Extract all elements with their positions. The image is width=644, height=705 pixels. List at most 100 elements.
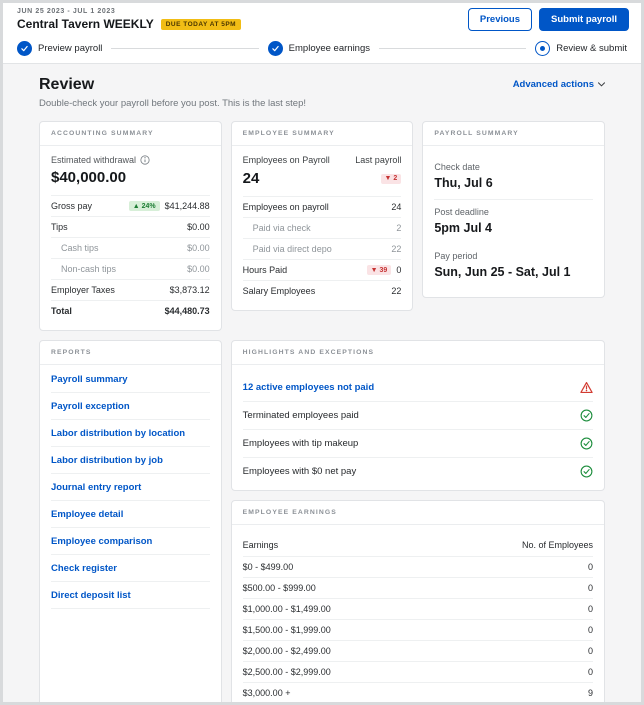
- due-badge: DUE TODAY AT 5PM: [160, 18, 242, 30]
- table-row-total: Total $44,480.73: [51, 300, 210, 321]
- card-header: Reports: [40, 341, 221, 365]
- employee-earnings-card: Employee earnings Earnings No. of Employ…: [230, 500, 605, 702]
- cards-grid: Accounting summary Estimated withdrawal …: [39, 121, 605, 702]
- card-header: Employee earnings: [231, 501, 604, 525]
- highlight-row-tip-makeup: Employees with tip makeup: [242, 430, 593, 458]
- earnings-row: $1,500.00 - $1,999.00 0: [242, 620, 593, 641]
- advanced-actions-menu[interactable]: Advanced actions: [513, 79, 605, 90]
- card-body: Employees on Payroll Last payroll 24 ▼ 2…: [232, 146, 413, 310]
- table-row: Hours Paid ▼ 39 0: [242, 259, 402, 280]
- highlight-row-active-not-paid[interactable]: 12 active employees not paid: [242, 374, 593, 402]
- check-circle-icon: [580, 437, 593, 450]
- step-label: Preview payroll: [38, 43, 103, 54]
- earnings-row: $2,500.00 - $2,999.00 0: [242, 662, 593, 683]
- card-body: Payroll summary Payroll exception Labor …: [40, 365, 221, 618]
- chevron-down-icon: [598, 82, 605, 87]
- check-circle-icon: [17, 41, 32, 56]
- earnings-row: $3,000.00 + 9: [242, 688, 593, 698]
- table-row: Tips $0.00: [51, 216, 210, 237]
- highlight-row-terminated-paid: Terminated employees paid: [242, 402, 593, 430]
- accounting-summary-card: Accounting summary Estimated withdrawal …: [39, 121, 222, 331]
- earnings-row: $500.00 - $999.00 0: [242, 578, 593, 599]
- earnings-row: $1,000.00 - $1,499.00 0: [242, 599, 593, 620]
- table-row: Employees on payroll 24: [242, 196, 402, 217]
- table-row: Non-cash tips $0.00: [51, 258, 210, 279]
- step-preview-payroll[interactable]: Preview payroll: [17, 41, 102, 56]
- info-icon[interactable]: [140, 155, 150, 165]
- card-header: Accounting summary: [40, 122, 221, 146]
- card-header: Highlights and exceptions: [231, 341, 604, 365]
- highlights-exceptions-card: Highlights and exceptions 12 active empl…: [230, 340, 605, 491]
- estimated-withdrawal-label: Estimated withdrawal: [51, 155, 210, 165]
- report-link-payroll-summary[interactable]: Payroll summary: [51, 366, 210, 393]
- earnings-row: $0 - $499.00 0: [242, 557, 593, 578]
- report-link-payroll-exception[interactable]: Payroll exception: [51, 393, 210, 420]
- report-link-check-register[interactable]: Check register: [51, 555, 210, 582]
- trend-down-badge: ▼ 2: [380, 173, 402, 184]
- right-column: Highlights and exceptions 12 active empl…: [230, 340, 605, 702]
- highlight-row-zero-net-pay: Employees with $0 net pay: [243, 458, 593, 481]
- report-link-labor-distribution-job[interactable]: Labor distribution by job: [51, 447, 210, 474]
- check-date-group: Check date Thu, Jul 6: [434, 155, 593, 200]
- content-area: Review Double-check your payroll before …: [3, 64, 641, 702]
- section-subtitle: Double-check your payroll before you pos…: [39, 98, 307, 109]
- submit-payroll-button[interactable]: Submit payroll: [539, 8, 629, 31]
- card-body: Earnings No. of Employees $0 - $499.00 0…: [232, 525, 604, 702]
- table-row: Paid via check 2: [242, 217, 402, 238]
- pay-period-range: JUN 25 2023 - JUL 1 2023: [17, 8, 116, 15]
- check-circle-icon: [580, 409, 593, 422]
- trend-down-badge: ▼ 39: [366, 265, 392, 275]
- earnings-table-header: Earnings No. of Employees: [242, 534, 593, 557]
- step-employee-earnings[interactable]: Employee earnings: [267, 41, 370, 56]
- section-title: Review: [39, 76, 95, 93]
- stepper: Preview payroll Employee earnings Review…: [3, 35, 641, 64]
- card-header: Employee summary: [231, 122, 413, 146]
- card-body: Check date Thu, Jul 6 Post deadline 5pm …: [423, 146, 604, 297]
- table-row: Employer Taxes $3,873.12: [51, 279, 210, 300]
- employee-summary-head: Employees on Payroll Last payroll: [242, 155, 402, 165]
- report-link-employee-comparison[interactable]: Employee comparison: [51, 528, 210, 555]
- card-header: Payroll summary: [423, 122, 604, 146]
- step-connector: [111, 48, 259, 49]
- table-row: Cash tips $0.00: [51, 237, 210, 258]
- topbar-left: JUN 25 2023 - JUL 1 2023 Central Tavern …: [17, 8, 242, 31]
- page-head: Review Double-check your payroll before …: [39, 76, 605, 109]
- payroll-summary-card: Payroll summary Check date Thu, Jul 6 Po…: [422, 121, 605, 298]
- employee-summary-card: Employee summary Employees on Payroll La…: [230, 121, 414, 311]
- report-link-employee-detail[interactable]: Employee detail: [51, 501, 210, 528]
- title-row: Central Tavern WEEKLY DUE TODAY AT 5PM: [17, 17, 242, 31]
- employee-count-row: 24 ▼ 2: [243, 170, 402, 187]
- pay-period-group: Pay period Sun, Jun 25 - Sat, Jul 1: [434, 251, 571, 279]
- page-head-text: Review Double-check your payroll before …: [39, 76, 306, 109]
- check-circle-icon: [267, 41, 283, 56]
- advanced-actions-label: Advanced actions: [512, 79, 594, 90]
- card-body: 12 active employees not paid Terminated …: [232, 365, 604, 490]
- payroll-review-app: JUN 25 2023 - JUL 1 2023 Central Tavern …: [0, 0, 644, 705]
- topbar-actions: Previous Submit payroll: [467, 8, 629, 31]
- employee-count: 24: [242, 170, 260, 187]
- card-body: Estimated withdrawal $40,000.00 Gross pa…: [40, 146, 221, 330]
- step-connector: [379, 48, 527, 49]
- post-deadline-group: Post deadline 5pm Jul 4: [434, 207, 492, 235]
- table-row: Gross pay ▲ 24% $41,244.88: [51, 195, 210, 216]
- report-link-labor-distribution-location[interactable]: Labor distribution by location: [51, 420, 210, 447]
- topbar: JUN 25 2023 - JUL 1 2023 Central Tavern …: [3, 3, 641, 35]
- radio-current-step-icon: [535, 41, 551, 56]
- warning-triangle-icon: [580, 381, 593, 394]
- trend-up-badge: ▲ 24%: [128, 201, 160, 211]
- table-row: Salary Employees 22: [242, 280, 402, 301]
- table-row: Paid via direct depo 22: [242, 238, 402, 259]
- check-circle-icon: [580, 465, 593, 478]
- previous-button[interactable]: Previous: [467, 8, 533, 31]
- earnings-row: $2,000.00 - $2,499.00 0: [242, 641, 593, 662]
- step-label: Employee earnings: [288, 43, 370, 54]
- accounting-table: Gross pay ▲ 24% $41,244.88 Tips $0.00 Ca…: [51, 195, 210, 321]
- step-review-submit[interactable]: Review & submit: [535, 41, 627, 56]
- payrun-title: Central Tavern WEEKLY: [17, 17, 154, 31]
- report-link-journal-entry[interactable]: Journal entry report: [51, 474, 210, 501]
- estimated-withdrawal-value: $40,000.00: [51, 169, 127, 186]
- reports-card: Reports Payroll summary Payroll exceptio…: [39, 340, 222, 702]
- step-label: Review & submit: [556, 43, 627, 54]
- employee-table: Employees on payroll 24 Paid via check 2…: [242, 196, 402, 301]
- report-link-direct-deposit-list[interactable]: Direct deposit list: [51, 582, 210, 609]
